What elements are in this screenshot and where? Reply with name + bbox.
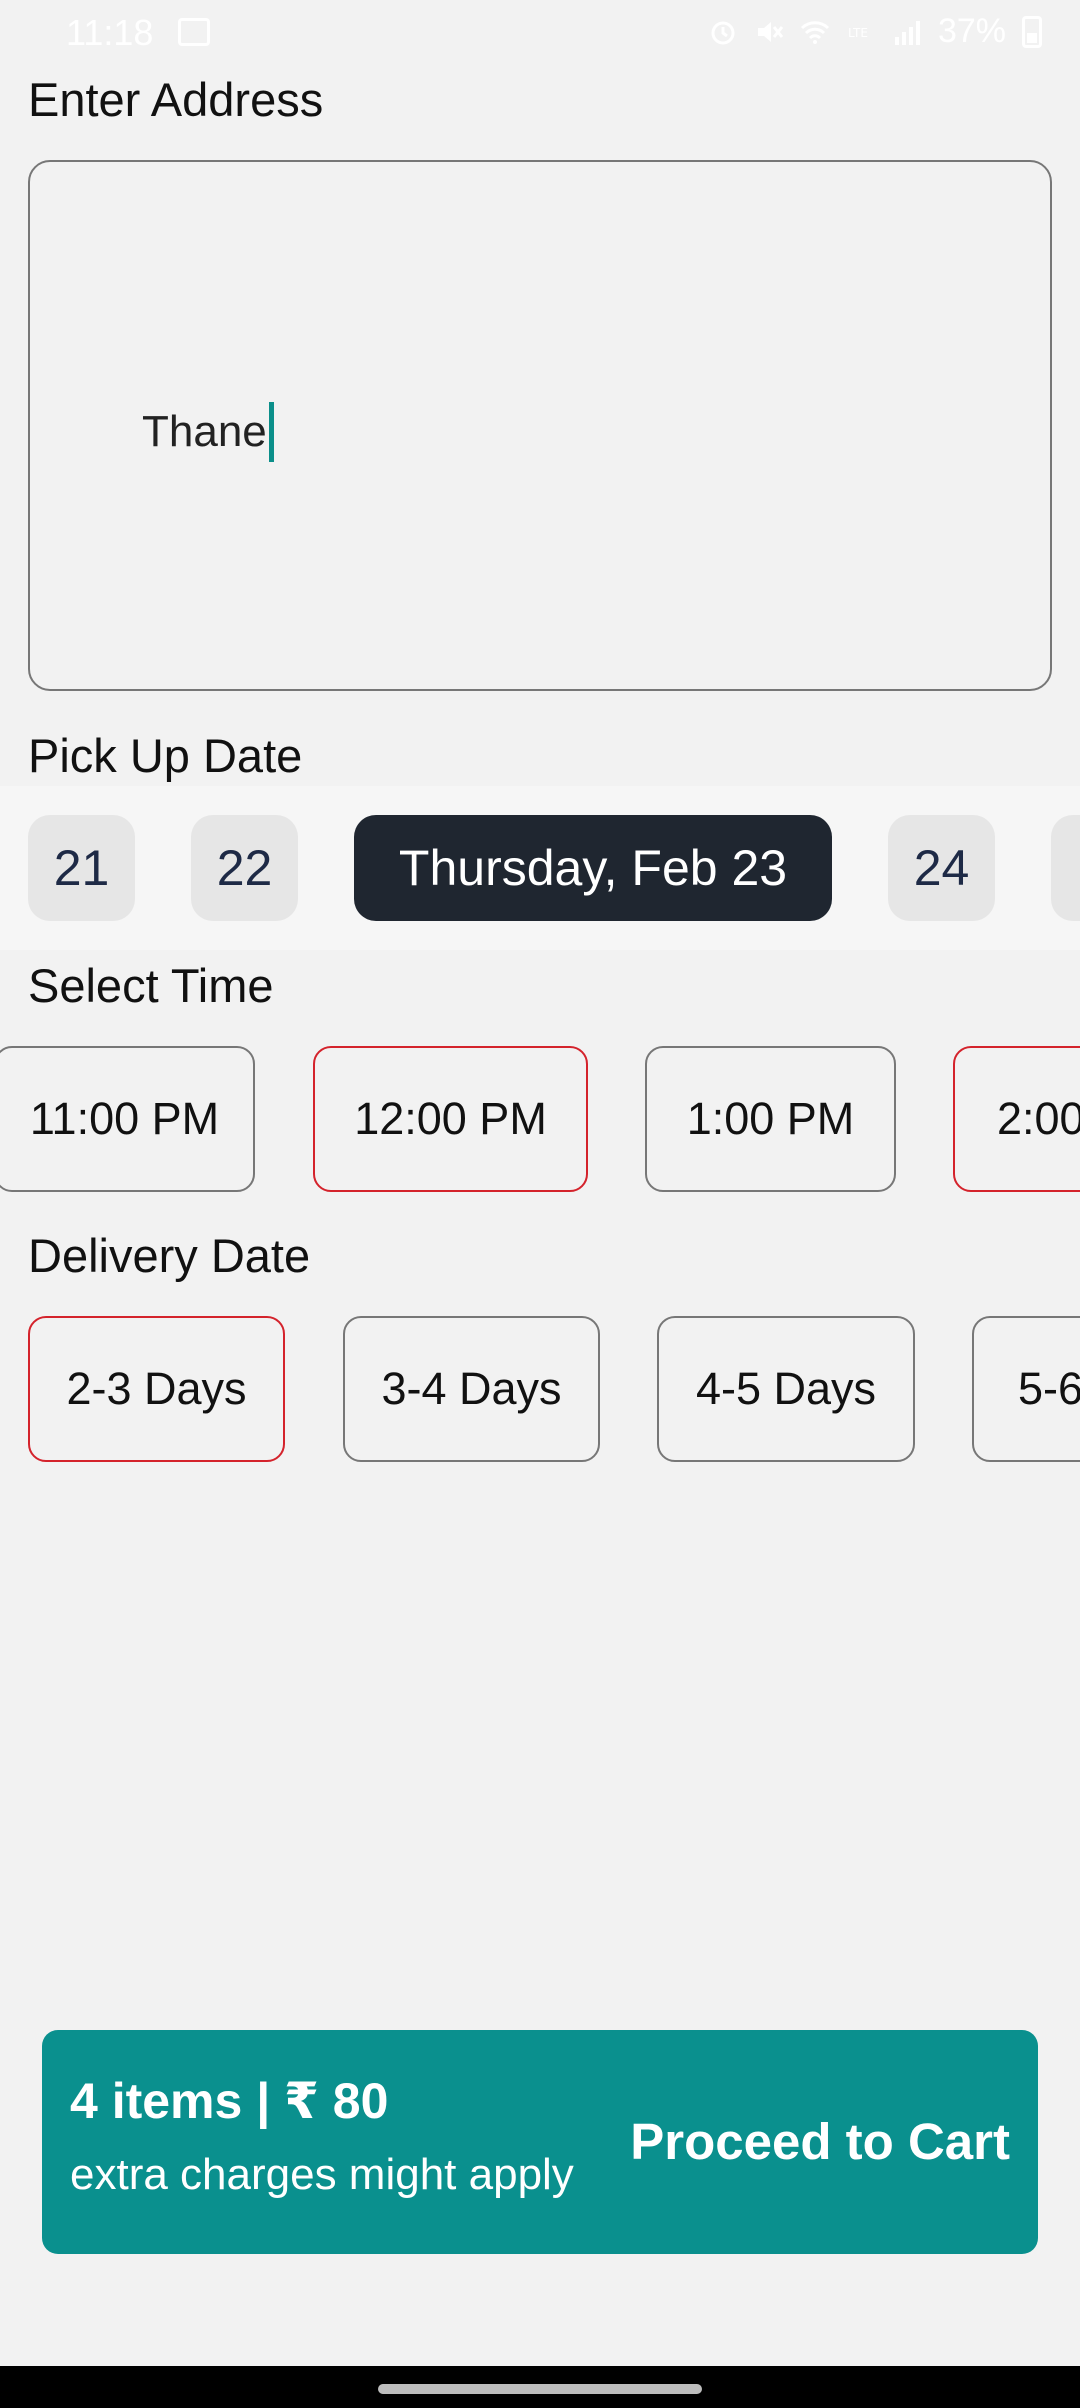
mute-icon [757, 21, 784, 42]
time-slot-12pm[interactable]: 12:00 PM [313, 1046, 588, 1192]
date-chip-24[interactable]: 24 [888, 815, 995, 921]
delivery-option-2-3[interactable]: 2-3 Days [28, 1316, 285, 1462]
signal-icon [894, 20, 920, 45]
time-slot-1pm[interactable]: 1:00 PM [645, 1046, 896, 1192]
date-chip-21[interactable]: 21 [28, 815, 135, 921]
battery-icon [1022, 15, 1042, 48]
alarm-icon [711, 21, 735, 44]
delivery-option-4-5[interactable]: 4-5 Days [657, 1316, 915, 1462]
delivery-title: Delivery Date [28, 1229, 311, 1282]
home-gesture-handle[interactable] [378, 2384, 702, 2394]
address-input[interactable]: Thane [28, 160, 1052, 691]
cart-bar[interactable]: 4 items | ₹ 80 extra charges might apply… [42, 2030, 1038, 2254]
pickup-date-strip[interactable]: 21 22 Thursday, Feb 23 24 [0, 786, 1080, 950]
date-chip-25[interactable] [1051, 815, 1080, 921]
date-chip-selected[interactable]: Thursday, Feb 23 [354, 815, 832, 921]
status-time: 11:18 [66, 12, 154, 53]
address-input-value-wrap: Thane [142, 402, 274, 462]
time-title: Select Time [28, 959, 274, 1012]
cart-summary: 4 items | ₹ 80 [70, 2073, 389, 2129]
text-caret [268, 402, 274, 462]
time-slot-2pm[interactable]: 2:00 [953, 1046, 1080, 1192]
status-bar: 11:18 LTE 37% [0, 0, 1080, 64]
system-nav-bar [0, 2366, 1080, 2408]
wifi-icon [800, 20, 829, 44]
address-title: Enter Address [28, 73, 324, 126]
address-input-value: Thane [142, 407, 267, 456]
status-icons: LTE 37% [708, 12, 1042, 51]
volte-icon: LTE [848, 26, 868, 40]
proceed-to-cart-button[interactable]: Proceed to Cart [630, 2112, 1010, 2171]
battery-percent: 37% [937, 12, 1006, 50]
svg-text:LTE: LTE [848, 26, 868, 40]
cart-note: extra charges might apply [70, 2150, 574, 2199]
delivery-option-3-4[interactable]: 3-4 Days [343, 1316, 600, 1462]
delivery-option-5-6[interactable]: 5-6 [972, 1316, 1080, 1462]
image-icon [178, 18, 210, 46]
date-chip-22[interactable]: 22 [191, 815, 298, 921]
time-slot-11pm[interactable]: 11:00 PM [0, 1046, 255, 1192]
pickup-title: Pick Up Date [28, 729, 303, 782]
